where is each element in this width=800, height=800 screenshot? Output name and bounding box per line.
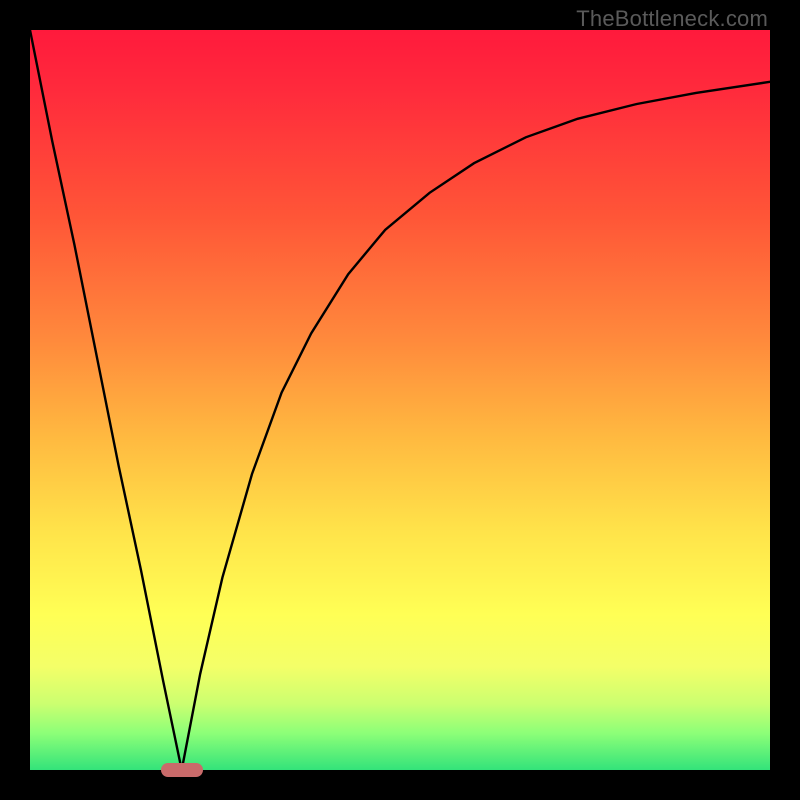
curve-right bbox=[182, 82, 770, 770]
watermark-text: TheBottleneck.com bbox=[576, 6, 768, 32]
curve-overlay bbox=[30, 30, 770, 770]
chart-frame: TheBottleneck.com bbox=[0, 0, 800, 800]
curve-left bbox=[30, 30, 182, 770]
plot-area bbox=[30, 30, 770, 770]
bottleneck-marker bbox=[161, 763, 203, 777]
